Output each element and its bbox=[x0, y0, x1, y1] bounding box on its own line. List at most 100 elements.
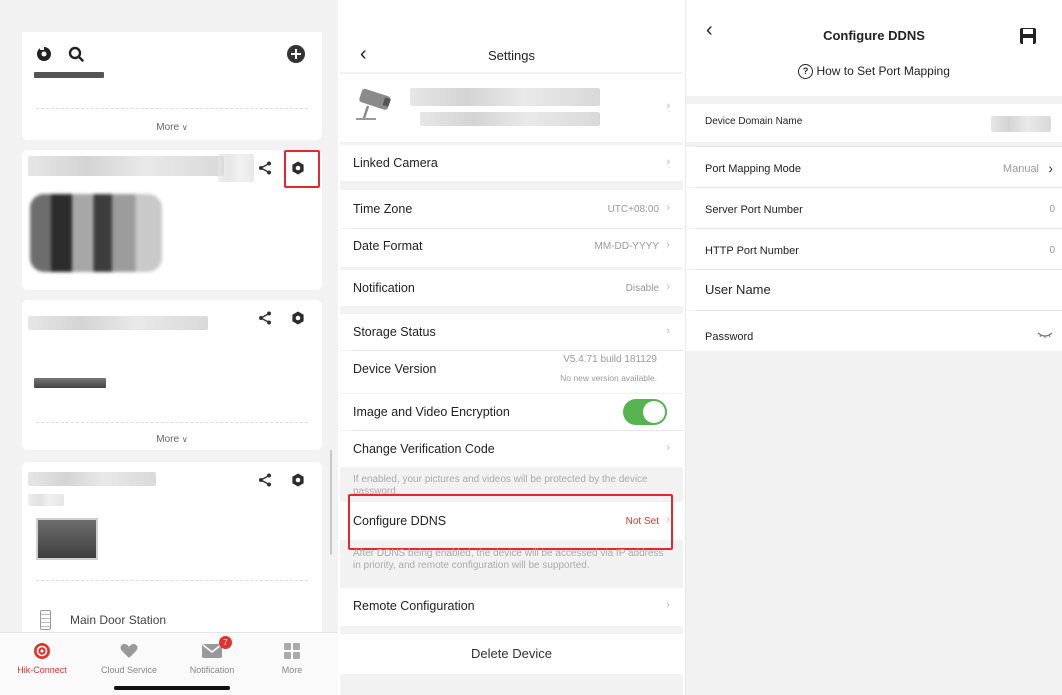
heart-icon bbox=[87, 641, 171, 661]
device-settings-icon[interactable] bbox=[288, 470, 308, 490]
cctv-camera-icon bbox=[354, 88, 398, 129]
user-name-row[interactable]: User Name bbox=[686, 270, 1062, 310]
device-card-3[interactable]: More ∨ bbox=[22, 300, 322, 450]
ddns-header: ‹ Configure DDNS ? How to Set Port Mappi… bbox=[686, 0, 1062, 96]
encryption-row: Image and Video Encryption bbox=[340, 394, 683, 430]
camera-icon[interactable] bbox=[34, 44, 54, 64]
hidden-eye-icon[interactable] bbox=[1037, 326, 1053, 344]
device-name-redacted-2 bbox=[218, 154, 254, 182]
server-port-value: 0 bbox=[1049, 204, 1055, 215]
grid-icon bbox=[250, 641, 334, 661]
ddns-note: After DDNS being enabled, the device wil… bbox=[353, 548, 664, 571]
envelope-icon: 7 bbox=[170, 636, 254, 661]
save-icon[interactable] bbox=[1020, 28, 1036, 49]
help-question-icon: ? bbox=[798, 64, 814, 79]
help-link[interactable]: ? How to Set Port Mapping bbox=[686, 64, 1062, 79]
notification-badge: 7 bbox=[219, 636, 232, 649]
tab-notification[interactable]: 7 Notification bbox=[170, 636, 254, 675]
add-device-icon[interactable] bbox=[286, 44, 306, 64]
more-label: More bbox=[156, 434, 180, 445]
linked-camera-row[interactable]: Linked Camera › bbox=[340, 145, 683, 181]
door-station-label[interactable]: Main Door Station bbox=[70, 613, 166, 627]
divider bbox=[36, 422, 308, 423]
row-value: Manual bbox=[1002, 163, 1039, 175]
delete-device-label: Delete Device bbox=[471, 646, 552, 661]
home-indicator bbox=[114, 686, 230, 690]
scrollbar[interactable] bbox=[330, 450, 332, 555]
row-label: Linked Camera bbox=[353, 156, 438, 170]
row-label: Date Format bbox=[353, 239, 423, 253]
divider bbox=[36, 108, 308, 109]
row-value: MM-DD-YYYY bbox=[594, 241, 659, 252]
row-label: Storage Status bbox=[353, 325, 436, 339]
more-label: More bbox=[156, 122, 180, 133]
indoor-station-thumbnail bbox=[36, 518, 98, 560]
device-card-2[interactable] bbox=[22, 150, 322, 290]
chevron-right-icon: › bbox=[666, 599, 670, 611]
page-title: Settings bbox=[488, 48, 535, 63]
more-toggle[interactable]: More ∨ bbox=[22, 434, 322, 445]
tab-label: More bbox=[281, 665, 303, 675]
tab-cloud-service[interactable]: Cloud Service bbox=[87, 641, 171, 675]
device-version-row: Device Version V5.4.71 build 181129 No n… bbox=[340, 351, 683, 393]
chevron-right-icon: › bbox=[666, 325, 670, 337]
chevron-right-icon: › bbox=[666, 100, 670, 112]
row-label: Device Version bbox=[353, 362, 437, 376]
remote-configuration-row[interactable]: Remote Configuration › bbox=[340, 588, 683, 626]
device-summary-row[interactable]: › bbox=[340, 74, 683, 142]
tab-label: Cloud Service bbox=[100, 665, 158, 675]
settings-panel: ‹ Settings › Linked Camera › Time Zone U… bbox=[340, 0, 683, 695]
configure-ddns-panel: ‹ Configure DDNS ? How to Set Port Mappi… bbox=[685, 0, 1062, 695]
http-port-row[interactable]: HTTP Port Number 0 bbox=[686, 229, 1062, 269]
more-toggle[interactable]: More ∨ bbox=[22, 122, 322, 133]
chevron-right-icon: › bbox=[666, 202, 670, 214]
device-list-panel: More ∨ More ∨ Main Door Station Hik-Conn… bbox=[0, 0, 338, 695]
password-row[interactable]: Password bbox=[686, 311, 1062, 351]
device-settings-icon[interactable] bbox=[288, 308, 308, 328]
row-label: Change Verification Code bbox=[353, 442, 495, 456]
tab-label: Notification bbox=[189, 665, 235, 675]
row-label: Image and Video Encryption bbox=[353, 405, 510, 419]
search-icon[interactable] bbox=[66, 44, 86, 64]
device-version-status: No new version available. bbox=[560, 373, 657, 383]
tab-more[interactable]: More bbox=[250, 641, 334, 675]
time-zone-row[interactable]: Time Zone UTC+08:00 › bbox=[340, 190, 683, 228]
row-label: Server Port Number bbox=[705, 204, 803, 216]
device-name-redacted bbox=[28, 472, 156, 486]
live-thumbnail-redacted bbox=[30, 194, 162, 272]
row-value: Disable bbox=[625, 283, 659, 294]
device-name-redacted-2 bbox=[28, 494, 64, 506]
device-name-redacted bbox=[28, 316, 208, 330]
divider bbox=[36, 580, 308, 581]
encryption-toggle[interactable] bbox=[623, 399, 667, 425]
port-mapping-mode-row[interactable]: Port Mapping Mode Manual › bbox=[686, 147, 1062, 187]
delete-device-button[interactable]: Delete Device bbox=[340, 634, 683, 674]
device-name-redacted bbox=[410, 88, 600, 106]
device-name-redacted bbox=[28, 156, 224, 176]
change-verification-code-row[interactable]: Change Verification Code › bbox=[340, 431, 683, 467]
device-thumbnail bbox=[34, 72, 104, 78]
device-version-value: V5.4.71 build 181129 bbox=[563, 354, 657, 365]
chevron-down-icon: ∨ bbox=[181, 123, 188, 132]
row-value: UTC+08:00 bbox=[607, 204, 659, 215]
help-link-label: How to Set Port Mapping bbox=[816, 64, 950, 78]
row-label: HTTP Port Number bbox=[705, 245, 799, 257]
share-icon[interactable] bbox=[255, 470, 275, 490]
tab-hik-connect[interactable]: Hik-Connect bbox=[0, 641, 84, 675]
row-label: User Name bbox=[705, 282, 771, 297]
settings-header: ‹ Settings bbox=[340, 0, 683, 72]
highlight-settings-box bbox=[284, 150, 320, 188]
share-icon[interactable] bbox=[255, 158, 275, 178]
page-title: Configure DDNS bbox=[823, 28, 925, 43]
notification-row[interactable]: Notification Disable › bbox=[340, 270, 683, 306]
server-port-row[interactable]: Server Port Number 0 bbox=[686, 188, 1062, 228]
http-port-value: 0 bbox=[1049, 245, 1055, 256]
storage-status-row[interactable]: Storage Status › bbox=[340, 314, 683, 350]
share-icon[interactable] bbox=[255, 308, 275, 328]
door-station-icon bbox=[40, 610, 51, 630]
row-label: Time Zone bbox=[353, 202, 413, 216]
date-format-row[interactable]: Date Format MM-DD-YYYY › bbox=[340, 229, 683, 267]
row-label: Port Mapping Mode bbox=[705, 163, 801, 175]
device-domain-name-row[interactable]: Device Domain Name bbox=[686, 104, 1062, 142]
device-card-4[interactable]: Main Door Station bbox=[22, 462, 322, 640]
